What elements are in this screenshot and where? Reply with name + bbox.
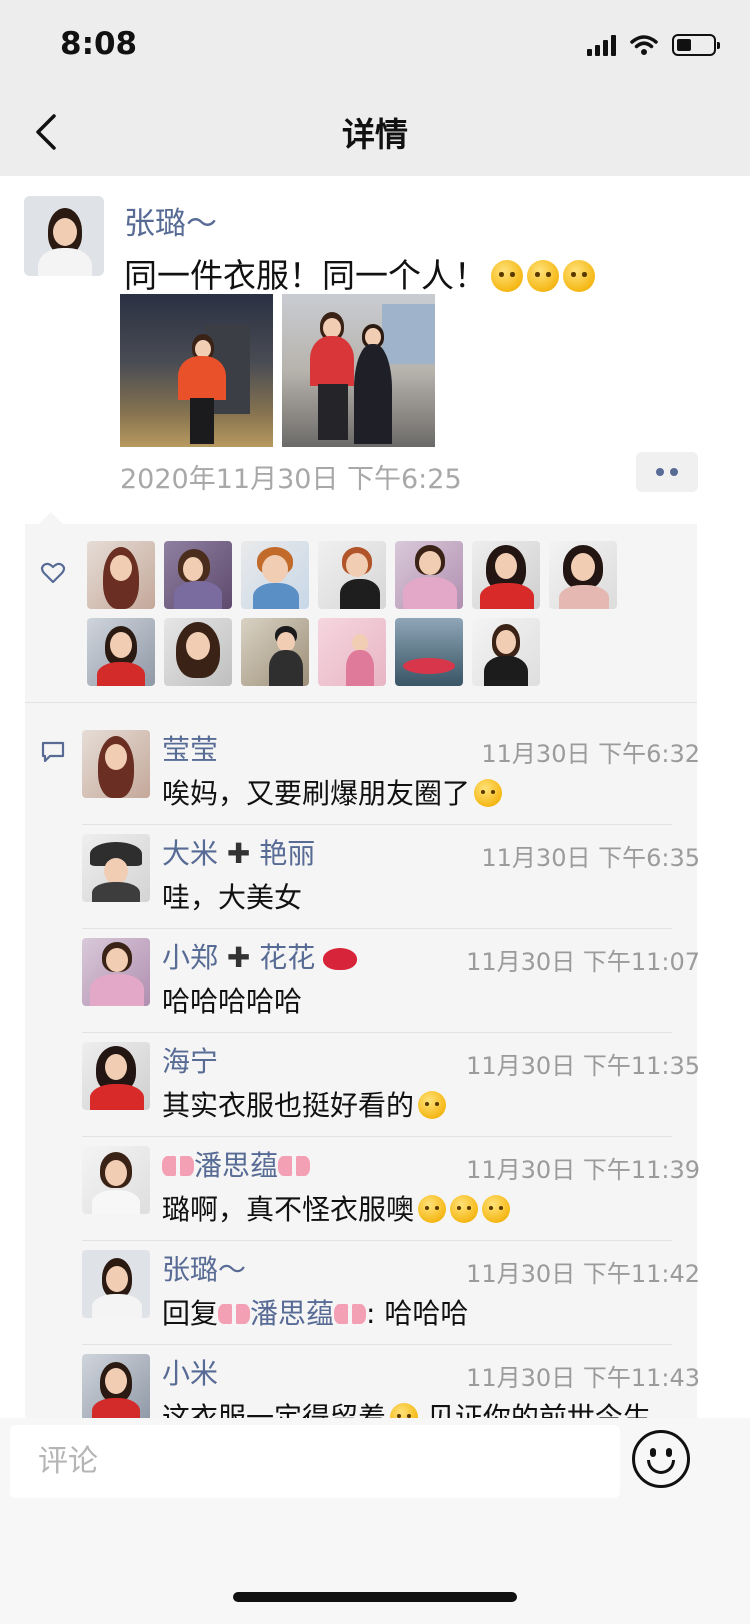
smiley-icon[interactable] (632, 1430, 690, 1488)
status-icons (587, 30, 720, 60)
comment-divider (82, 1032, 672, 1033)
home-indicator[interactable] (233, 1592, 517, 1602)
comment-time: 11月30日 下午6:35 (481, 844, 700, 872)
laugh-cry-emoji-icon (450, 1195, 479, 1223)
comment-author[interactable]: 潘思蕴 (162, 1144, 311, 1184)
liker-avatar[interactable] (549, 541, 617, 609)
comment-time: 11月30日 下午11:42 (466, 1260, 700, 1288)
comment-text-content: 其实衣服也挺好看的 (162, 1089, 415, 1122)
liker-avatar[interactable] (318, 541, 386, 609)
laugh-cry-emoji-icon (482, 1195, 511, 1223)
author-avatar[interactable] (24, 196, 104, 276)
heart-outline-icon (40, 562, 66, 584)
liker-avatar[interactable] (395, 541, 463, 609)
thinking-emoji-icon (491, 260, 523, 292)
bow-emoji-icon (162, 1154, 194, 1178)
battery-icon (672, 34, 720, 56)
plus-icon: ✚ (226, 837, 251, 870)
post-timestamp: 2020年11月30日 下午6:25 (120, 464, 462, 495)
comment-author[interactable]: 小米 (162, 1352, 218, 1392)
signal-icon (587, 34, 616, 56)
reply-to-name[interactable]: 潘思蕴 (250, 1297, 334, 1330)
bow-emoji-icon (278, 1154, 311, 1178)
liker-avatar[interactable] (395, 618, 463, 686)
comment-divider (82, 1136, 672, 1137)
thinking-emoji-icon (527, 260, 559, 292)
liker-avatar[interactable] (241, 541, 309, 609)
battery-level (677, 39, 691, 51)
liker-avatar[interactable] (164, 541, 232, 609)
plus-icon: ✚ (226, 941, 251, 974)
comment-input[interactable] (10, 1425, 620, 1498)
comment-text[interactable]: 其实衣服也挺好看的 (162, 1084, 447, 1124)
post-author-name[interactable]: 张璐～ (124, 198, 217, 243)
comment-author-part: 潘思蕴 (194, 1149, 279, 1182)
liker-avatar[interactable] (164, 618, 232, 686)
status-time: 8:08 (60, 26, 138, 62)
comment-avatar[interactable] (82, 730, 150, 798)
post-photo-1[interactable] (120, 294, 273, 447)
comment-text-content: : 哈哈哈 (366, 1297, 469, 1330)
comment-text[interactable]: 唉妈，又要刷爆朋友圈了 (162, 772, 503, 812)
comment-avatar[interactable] (82, 938, 150, 1006)
liker-avatar[interactable] (241, 618, 309, 686)
comment-avatar[interactable] (82, 1354, 150, 1422)
comment-time: 11月30日 下午11:39 (466, 1156, 700, 1184)
comment-author[interactable]: 张璐～ (162, 1248, 246, 1288)
grin-emoji-icon (474, 779, 503, 807)
post-photo-2[interactable] (282, 294, 435, 447)
comment-text-content: 璐啊，真不怪衣服噢 (162, 1193, 415, 1226)
liker-avatar[interactable] (318, 618, 386, 686)
comment-author-part: 艳丽 (259, 837, 316, 870)
comment-author-part: 小郑 (162, 941, 219, 974)
comment-time: 11月30日 下午11:43 (466, 1364, 700, 1392)
comment-divider (82, 1344, 672, 1345)
lips-emoji-icon (323, 948, 358, 970)
comment-divider (82, 1240, 672, 1241)
comment-author[interactable]: 莹莹 (162, 728, 218, 768)
comment-author-part: 大米 (162, 837, 219, 870)
thinking-emoji-icon (418, 1091, 447, 1119)
comment-bubble-icon (41, 741, 65, 763)
comment-text[interactable]: 哇，大美女 (162, 876, 302, 916)
comment-text[interactable]: 回复 潘思蕴 : 哈哈哈 (162, 1292, 468, 1332)
comment-text-content: 唉妈，又要刷爆朋友圈了 (162, 777, 471, 810)
comment-text[interactable]: 哈哈哈哈哈 (162, 980, 302, 1020)
comment-avatar[interactable] (82, 1146, 150, 1214)
comment-avatar[interactable] (82, 834, 150, 902)
reply-prefix: 回复 (162, 1297, 219, 1330)
wifi-icon (630, 35, 658, 55)
comment-avatar[interactable] (82, 1042, 150, 1110)
post-text-content: 同一件衣服！同一个人！ (124, 256, 487, 295)
comment-avatar[interactable] (82, 1250, 150, 1318)
bow-emoji-icon (334, 1302, 367, 1326)
bow-emoji-icon (218, 1302, 251, 1326)
liker-avatar[interactable] (87, 541, 155, 609)
comment-author[interactable]: 大米 ✚ 艳丽 (162, 832, 315, 872)
more-dots-icon[interactable] (636, 452, 698, 492)
comment-text[interactable]: 璐啊，真不怪衣服噢 (162, 1188, 511, 1228)
post-text: 同一件衣服！同一个人！ (124, 249, 595, 297)
page-title: 详情 (342, 115, 408, 154)
comment-time: 11月30日 下午11:07 (466, 948, 700, 976)
comment-author-part: 花花 (259, 941, 316, 974)
comment-time: 11月30日 下午11:35 (466, 1052, 700, 1080)
thinking-emoji-icon (563, 260, 595, 292)
liker-avatar[interactable] (472, 541, 540, 609)
liker-avatar[interactable] (87, 618, 155, 686)
comment-author[interactable]: 海宁 (162, 1040, 218, 1080)
laugh-cry-emoji-icon (418, 1195, 447, 1223)
comment-divider (82, 824, 672, 825)
comment-time: 11月30日 下午6:32 (481, 740, 700, 768)
comment-divider (82, 928, 672, 929)
likes-divider (25, 702, 697, 703)
liker-avatar[interactable] (472, 618, 540, 686)
comment-author[interactable]: 小郑 ✚ 花花 (162, 936, 358, 976)
